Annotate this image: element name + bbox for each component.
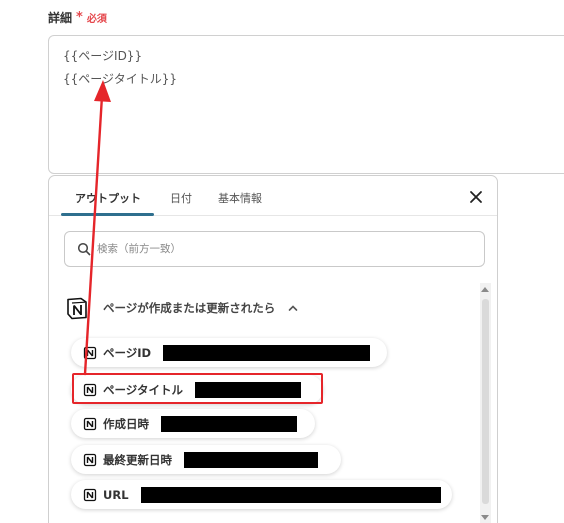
required-text: 必須 — [86, 14, 107, 25]
item-label: 最終更新日時 — [103, 452, 172, 467]
output-item-last-updated-time[interactable]: 最終更新日時 — [71, 445, 341, 474]
redacted-value — [140, 486, 441, 503]
output-item-page-title[interactable]: ページタイトル — [71, 375, 323, 404]
notion-icon — [83, 453, 97, 466]
section-header[interactable]: ページが作成または更新されたら — [65, 293, 299, 323]
output-item-created-time[interactable]: 作成日時 — [71, 409, 315, 438]
textarea-line-page-title: {{ページタイトル}} — [63, 72, 178, 86]
output-item-page-id[interactable]: ページID — [71, 338, 387, 367]
chevron-up-icon[interactable] — [287, 302, 299, 314]
scrollbar-thumb[interactable] — [482, 299, 489, 504]
field-label: 詳細 * 必須 — [48, 9, 107, 26]
active-tab-indicator — [61, 213, 154, 216]
section-title: ページが作成または更新されたら — [103, 301, 276, 315]
tab-bar: アウトプット 日付 基本情報 — [49, 176, 497, 216]
required-star: * — [76, 10, 83, 25]
item-label: 作成日時 — [103, 416, 149, 431]
notion-icon — [83, 383, 97, 396]
notion-icon — [83, 488, 97, 501]
search-box — [64, 231, 485, 267]
output-picker-panel: アウトプット 日付 基本情報 ページが作成または更新されたら — [48, 175, 498, 523]
tab-basic-info[interactable]: 基本情報 — [218, 190, 262, 206]
textarea-line-page-id: {{ページID}} — [63, 49, 143, 63]
scroll-up-arrow-icon[interactable] — [481, 287, 489, 292]
item-label: ページタイトル — [103, 382, 184, 397]
search-input[interactable] — [97, 243, 477, 255]
output-item-url[interactable]: URL — [71, 480, 452, 509]
tab-output[interactable]: アウトプット — [75, 190, 141, 206]
redacted-value — [161, 415, 297, 432]
notion-icon — [83, 417, 97, 430]
detail-textarea[interactable]: {{ページID}} {{ページタイトル}} — [48, 35, 564, 174]
redacted-value — [195, 381, 302, 398]
item-label: ページID — [103, 345, 152, 360]
tab-date[interactable]: 日付 — [170, 190, 192, 206]
item-label: URL — [103, 487, 129, 502]
close-icon[interactable] — [467, 188, 485, 206]
scrollbar[interactable] — [480, 283, 491, 523]
notion-icon — [67, 297, 87, 320]
redacted-value — [163, 344, 371, 361]
search-icon — [77, 242, 91, 256]
scroll-down-arrow-icon[interactable] — [481, 515, 489, 520]
notion-icon — [83, 346, 97, 359]
redacted-value — [184, 451, 318, 468]
field-label-text: 詳細 — [48, 11, 73, 25]
